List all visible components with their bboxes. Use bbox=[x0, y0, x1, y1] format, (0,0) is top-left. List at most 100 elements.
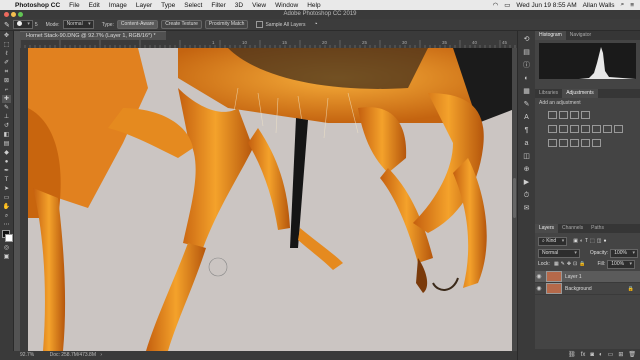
styles-panel-icon[interactable]: ◫ bbox=[522, 152, 531, 161]
visibility-eye-icon[interactable]: ◉ bbox=[535, 285, 543, 292]
quick-mask-icon[interactable]: ◎ bbox=[2, 244, 11, 252]
gradient-map-icon[interactable] bbox=[581, 139, 590, 147]
swatches-panel-icon[interactable]: ▦ bbox=[522, 87, 531, 96]
battery-icon[interactable]: ▭ bbox=[504, 1, 510, 9]
tab-layers[interactable]: Layers bbox=[535, 224, 559, 233]
pressure-size-icon[interactable]: ◔ bbox=[313, 21, 317, 28]
menu-3d[interactable]: 3D bbox=[235, 2, 243, 9]
brush-preset-picker[interactable] bbox=[12, 20, 33, 29]
link-icon[interactable]: ⛓ bbox=[568, 351, 576, 358]
invert-icon[interactable] bbox=[548, 139, 557, 147]
color-swatches[interactable] bbox=[0, 229, 13, 243]
more-tools-icon[interactable]: ⋯ bbox=[2, 221, 11, 229]
doc-size[interactable]: Doc: 258.7M/473.8M bbox=[50, 352, 96, 358]
mask-icon[interactable]: ◙ bbox=[590, 352, 594, 358]
menu-view[interactable]: View bbox=[252, 2, 266, 9]
color-balance-icon[interactable] bbox=[570, 125, 579, 133]
trash-icon[interactable]: 🗑 bbox=[628, 351, 636, 358]
path-select-tool-icon[interactable]: ➤ bbox=[2, 185, 11, 193]
move-tool-icon[interactable]: ✥ bbox=[2, 32, 11, 40]
healing-brush-tool-icon[interactable]: ✚ bbox=[2, 95, 11, 103]
clone-stamp-tool-icon[interactable]: ⊥ bbox=[2, 113, 11, 121]
zoom-tool-icon[interactable]: ⌕ bbox=[2, 212, 11, 220]
quick-select-tool-icon[interactable]: ✐ bbox=[2, 59, 11, 67]
vibrance-icon[interactable] bbox=[548, 125, 557, 133]
tab-paths[interactable]: Paths bbox=[587, 224, 608, 233]
menu-type[interactable]: Type bbox=[161, 2, 175, 9]
lock-icons[interactable]: ▦✎✥⊡🔒 bbox=[554, 261, 588, 267]
minimize-window-icon[interactable] bbox=[11, 12, 16, 17]
tab-histogram[interactable]: Histogram bbox=[535, 31, 566, 40]
info-panel-icon[interactable]: ⓘ bbox=[522, 61, 531, 70]
mode-select[interactable]: Normal bbox=[62, 20, 94, 29]
create-texture-button[interactable]: Create Texture bbox=[161, 20, 202, 29]
layer-name[interactable]: Layer 1 bbox=[565, 274, 582, 280]
visibility-eye-icon[interactable]: ◉ bbox=[535, 273, 543, 280]
filter-type-icons[interactable]: ▣◐T⬚◫● bbox=[573, 238, 608, 244]
clone-source-panel-icon[interactable]: ⊕ bbox=[522, 165, 531, 174]
layer-row-background[interactable]: ◉ Background 🔒 bbox=[535, 283, 640, 295]
spot-healing-tool-icon[interactable]: ✎ bbox=[4, 21, 10, 29]
brightness-contrast-icon[interactable] bbox=[548, 111, 557, 119]
folder-icon[interactable]: ▭ bbox=[608, 351, 614, 358]
selective-color-icon[interactable] bbox=[592, 139, 601, 147]
content-aware-button[interactable]: Content-Aware bbox=[116, 20, 159, 29]
status-arrow-icon[interactable]: › bbox=[100, 352, 102, 358]
screen-mode-icon[interactable]: ▣ bbox=[2, 253, 11, 261]
eraser-tool-icon[interactable]: ◧ bbox=[2, 131, 11, 139]
zoom-window-icon[interactable] bbox=[18, 12, 23, 17]
menu-list-icon[interactable]: ≡ bbox=[630, 2, 634, 9]
character-panel-icon[interactable]: A bbox=[522, 113, 531, 122]
crop-tool-icon[interactable]: ⌗ bbox=[2, 68, 11, 76]
menu-edit[interactable]: Edit bbox=[89, 2, 100, 9]
zoom-level[interactable]: 92.7% bbox=[20, 352, 34, 358]
new-layer-icon[interactable]: ⊞ bbox=[618, 351, 623, 358]
color-panel-icon[interactable]: ◐ bbox=[522, 74, 531, 83]
color-lookup-icon[interactable] bbox=[614, 125, 623, 133]
menu-help[interactable]: Help bbox=[307, 2, 320, 9]
clock-text[interactable]: Wed Jun 19 8:55 AM bbox=[516, 2, 576, 9]
gradient-tool-icon[interactable]: ▤ bbox=[2, 140, 11, 148]
photo-filter-icon[interactable] bbox=[592, 125, 601, 133]
close-window-icon[interactable] bbox=[4, 12, 9, 17]
sample-all-layers-checkbox[interactable] bbox=[256, 21, 264, 28]
tab-adjustments[interactable]: Adjustments bbox=[562, 89, 598, 98]
proximity-match-button[interactable]: Proximity Match bbox=[204, 20, 249, 29]
frame-tool-icon[interactable]: ⊠ bbox=[2, 77, 11, 85]
exposure-icon[interactable] bbox=[581, 111, 590, 119]
brushes-panel-icon[interactable]: ✎ bbox=[522, 100, 531, 109]
layer-name[interactable]: Background bbox=[565, 286, 592, 292]
levels-icon[interactable] bbox=[559, 111, 568, 119]
actions-panel-icon[interactable]: ▶ bbox=[522, 178, 531, 187]
menu-image[interactable]: Image bbox=[109, 2, 127, 9]
timeline-panel-icon[interactable]: ⏱ bbox=[522, 191, 531, 200]
menu-app[interactable]: Photoshop CC bbox=[15, 2, 60, 9]
hand-tool-icon[interactable]: ✋ bbox=[2, 203, 11, 211]
spotlight-icon[interactable]: ⌕ bbox=[621, 1, 625, 9]
channel-mixer-icon[interactable] bbox=[603, 125, 612, 133]
glyphs-panel-icon[interactable]: a bbox=[522, 139, 531, 148]
tab-navigator[interactable]: Navigator bbox=[566, 31, 595, 40]
layer-row-layer-1[interactable]: ◉ Layer 1 bbox=[535, 271, 640, 283]
notes-panel-icon[interactable]: ✉ bbox=[522, 204, 531, 213]
wifi-icon[interactable]: ◠ bbox=[493, 1, 499, 9]
hue-saturation-icon[interactable] bbox=[559, 125, 568, 133]
menu-file[interactable]: File bbox=[69, 2, 79, 9]
user-name[interactable]: Allan Walls bbox=[583, 2, 615, 9]
history-panel-icon[interactable]: ⟲ bbox=[522, 35, 531, 44]
history-brush-tool-icon[interactable]: ↺ bbox=[2, 122, 11, 130]
fx-icon[interactable]: fx bbox=[581, 352, 586, 358]
dodge-tool-icon[interactable]: ● bbox=[2, 158, 11, 166]
opacity-input[interactable]: 100% bbox=[610, 248, 638, 258]
lasso-tool-icon[interactable]: ℓ bbox=[2, 50, 11, 58]
black-white-icon[interactable] bbox=[581, 125, 590, 133]
tab-libraries[interactable]: Libraries bbox=[535, 89, 562, 98]
vertical-ruler[interactable] bbox=[20, 48, 28, 351]
shape-tool-icon[interactable]: ▭ bbox=[2, 194, 11, 202]
menu-window[interactable]: Window bbox=[275, 2, 298, 9]
menu-filter[interactable]: Filter bbox=[211, 2, 225, 9]
background-color-icon[interactable] bbox=[5, 234, 13, 242]
threshold-icon[interactable] bbox=[570, 139, 579, 147]
kind-filter-select[interactable]: ⌕ Kind bbox=[538, 236, 568, 246]
blur-tool-icon[interactable]: ◆ bbox=[2, 149, 11, 157]
